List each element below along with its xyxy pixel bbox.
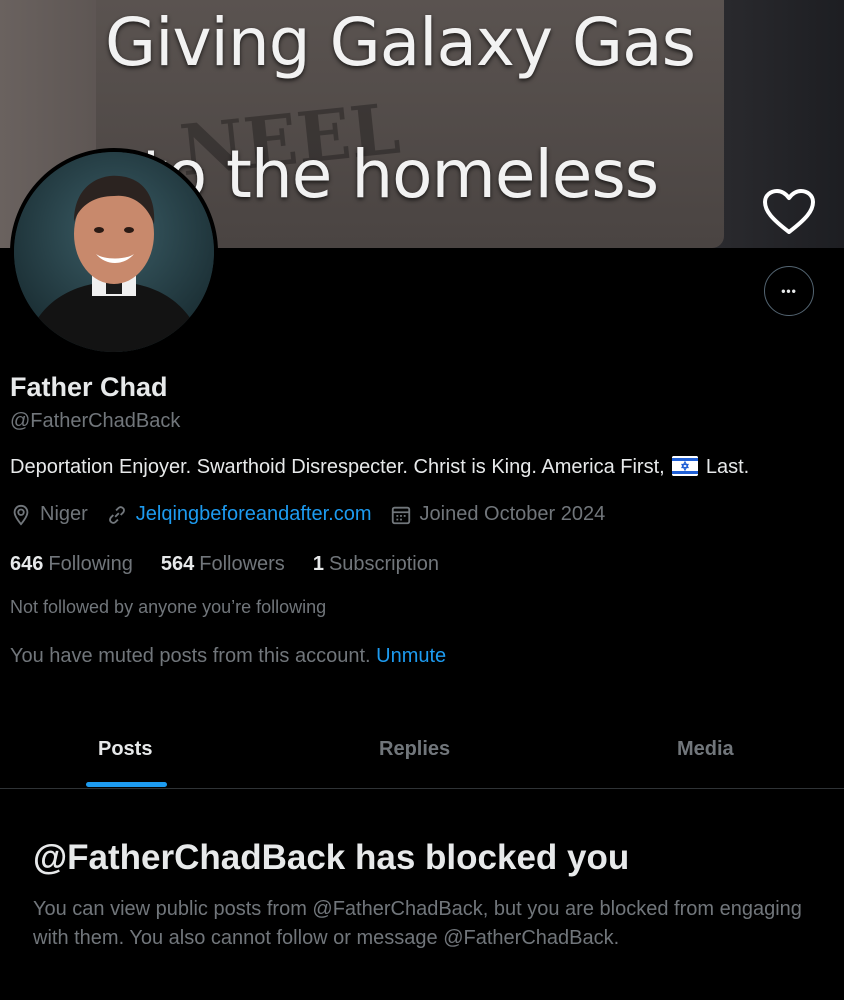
subscriptions-label: Subscription [328, 553, 439, 575]
not-followed-notice: Not followed by anyone you’re following [10, 597, 327, 617]
blocked-title: @FatherChadBack has blocked you [33, 838, 630, 877]
following-count: 646 [10, 553, 44, 575]
location-text: Niger [40, 503, 88, 525]
joined-text: Joined October 2024 [419, 503, 606, 525]
profile-meta: Niger Jelqingbeforeandafter.com Joined O… [10, 503, 623, 526]
profile-name: Father Chad [10, 372, 168, 402]
more-horizontal-icon: ••• [781, 284, 797, 298]
followers-count: 564 [160, 553, 195, 575]
tab-replies[interactable]: Replies [379, 738, 450, 761]
tab-media[interactable]: Media [677, 738, 734, 761]
profile-tabs: Posts Replies Media [0, 712, 844, 789]
heart-icon[interactable] [762, 188, 816, 236]
profile-stats: 646 Following 564 Followers 1 Subscription [10, 553, 467, 576]
calendar-icon [391, 506, 410, 524]
followers-stat[interactable]: 564 Followers [161, 553, 285, 576]
avatar[interactable] [10, 148, 218, 356]
website-link[interactable]: Jelqingbeforeandafter.com [136, 503, 372, 526]
link-icon [108, 505, 125, 524]
muted-notice: You have muted posts from this account. … [10, 645, 446, 668]
joined-item: Joined October 2024 [390, 503, 606, 526]
profile-bio: Deportation Enjoyer. Swarthoid Disrespec… [10, 456, 840, 479]
banner-caption-line1: Giving Galaxy Gas [104, 4, 696, 81]
location-pin-icon [13, 504, 29, 526]
followers-label: Followers [199, 553, 285, 575]
blocked-description: You can view public posts from @FatherCh… [33, 898, 802, 949]
tab-posts[interactable]: Posts [98, 738, 152, 761]
subscriptions-count: 1 [312, 553, 324, 575]
israel-flag-icon [672, 456, 699, 476]
subscriptions-stat[interactable]: 1 Subscription [313, 553, 439, 576]
muted-text: You have muted posts from this account. [10, 645, 371, 667]
location-item: Niger [10, 503, 88, 526]
following-label: Following [48, 553, 133, 575]
following-stat[interactable]: 646 Following [10, 553, 133, 576]
website-item[interactable]: Jelqingbeforeandafter.com [106, 503, 372, 526]
bio-text-start: Deportation Enjoyer. Swarthoid Disrespec… [10, 456, 665, 478]
bio-text-end: Last. [705, 456, 750, 478]
more-options-button[interactable]: ••• [764, 266, 814, 316]
active-tab-indicator [86, 782, 167, 787]
profile-handle: @FatherChadBack [10, 410, 181, 432]
unmute-button[interactable]: Unmute [376, 645, 446, 667]
